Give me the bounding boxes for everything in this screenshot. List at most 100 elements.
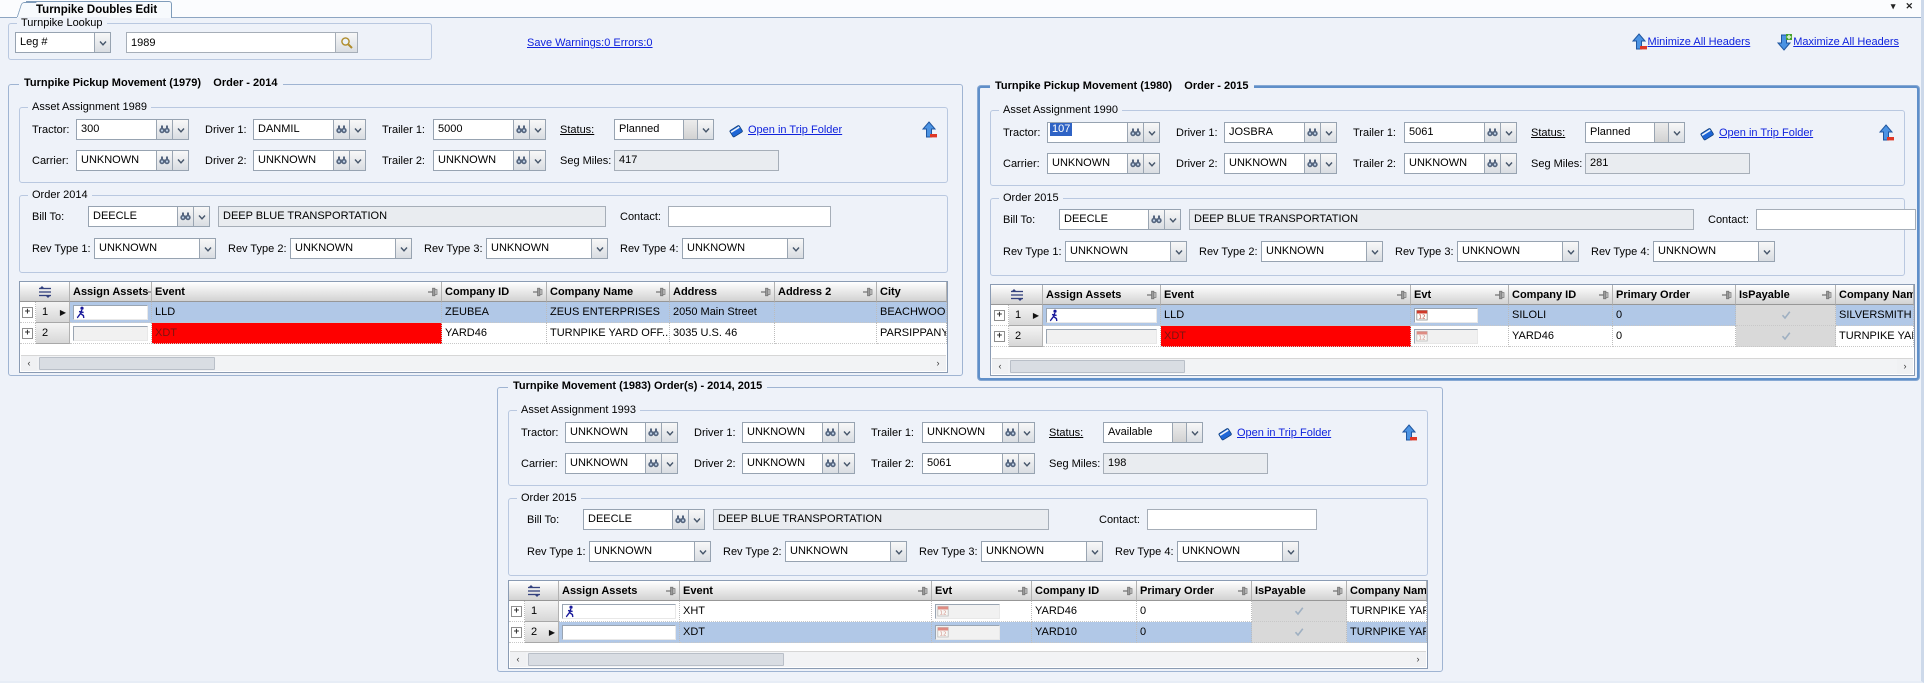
- col-header-primary-order[interactable]: Primary Order: [1613, 285, 1736, 305]
- tab-turnpike-doubles-edit[interactable]: Turnpike Doubles Edit: [26, 1, 172, 18]
- pin-icon[interactable]: [863, 287, 873, 297]
- dropdown-arrow-icon[interactable]: [1164, 210, 1180, 229]
- ispayable-cell[interactable]: [1252, 622, 1347, 643]
- pin-icon[interactable]: [1599, 290, 1609, 300]
- dropdown-arrow-icon[interactable]: [1366, 242, 1382, 261]
- minimize-all-headers[interactable]: Minimize All Headers: [1631, 33, 1751, 51]
- search-button[interactable]: [336, 32, 358, 53]
- dropdown-arrow-icon[interactable]: [193, 207, 209, 226]
- row-expand-cell[interactable]: +: [20, 302, 36, 323]
- trailer1-combo[interactable]: 5061: [1404, 122, 1517, 143]
- rev-type1-value[interactable]: UNKNOWN: [1066, 242, 1170, 261]
- rev-type1-value[interactable]: UNKNOWN: [95, 239, 199, 258]
- rev-type4-value[interactable]: UNKNOWN: [1178, 542, 1282, 561]
- dropdown-arrow-icon[interactable]: [838, 454, 854, 473]
- rev-type1-select[interactable]: UNKNOWN: [94, 238, 216, 259]
- binoculars-icon[interactable]: [156, 151, 172, 170]
- maximize-all-headers[interactable]: Maximize All Headers: [1776, 33, 1899, 51]
- rev-type2-select[interactable]: UNKNOWN: [1261, 241, 1383, 262]
- col-header-evt[interactable]: Evt: [932, 581, 1032, 601]
- scrollbar-thumb[interactable]: [39, 357, 215, 370]
- dropdown-arrow-icon[interactable]: [697, 120, 713, 139]
- col-header-company-id[interactable]: Company ID: [442, 282, 547, 302]
- status-value[interactable]: Planned: [1586, 123, 1654, 142]
- trip-folder-icon[interactable]: [1217, 425, 1233, 441]
- evt-cell[interactable]: [1411, 326, 1509, 347]
- rev-type4-value[interactable]: UNKNOWN: [1654, 242, 1758, 261]
- dropdown-arrow-icon[interactable]: [1320, 154, 1336, 173]
- col-header-city[interactable]: City: [877, 282, 947, 302]
- col-header-event[interactable]: Event: [152, 282, 442, 302]
- rev-type3-value[interactable]: UNKNOWN: [1458, 242, 1562, 261]
- rev-type2-select[interactable]: UNKNOWN: [785, 541, 907, 562]
- contact-input[interactable]: [1756, 209, 1916, 230]
- company-name-cell[interactable]: TURNPIKE YARD OFF...: [547, 323, 670, 344]
- scroll-left-icon[interactable]: ‹: [510, 652, 526, 667]
- dropdown-arrow-icon[interactable]: [890, 542, 906, 561]
- rev-type2-value[interactable]: UNKNOWN: [291, 239, 395, 258]
- event-cell[interactable]: XDT: [680, 622, 932, 643]
- company-id-cell[interactable]: YARD46: [442, 323, 547, 344]
- dropdown-arrow-icon[interactable]: [1500, 154, 1516, 173]
- row-expand-cell[interactable]: +: [509, 622, 525, 643]
- binoculars-icon[interactable]: [177, 207, 193, 226]
- dropdown-arrow-icon[interactable]: [1086, 542, 1102, 561]
- rev-type4-value[interactable]: UNKNOWN: [683, 239, 787, 258]
- binoculars-icon[interactable]: [1304, 154, 1320, 173]
- col-header-evt[interactable]: Evt: [1411, 285, 1509, 305]
- rev-type2-select[interactable]: UNKNOWN: [290, 238, 412, 259]
- scrollbar-thumb[interactable]: [1010, 360, 1185, 373]
- dropdown-arrow-icon[interactable]: [1018, 423, 1034, 442]
- rev-type1-select[interactable]: UNKNOWN: [1065, 241, 1187, 262]
- pin-icon[interactable]: [1495, 290, 1505, 300]
- bill-to-combo[interactable]: DEECLE: [1059, 209, 1181, 230]
- status-blank-button[interactable]: [1172, 423, 1186, 442]
- pin-icon[interactable]: [1147, 290, 1157, 300]
- dropdown-arrow-icon[interactable]: [1143, 154, 1159, 173]
- bill-to-combo[interactable]: DEECLE: [88, 206, 210, 227]
- status-blank-button[interactable]: [1654, 123, 1668, 142]
- primary-order-cell[interactable]: 0: [1137, 622, 1252, 643]
- rev-type2-value[interactable]: UNKNOWN: [786, 542, 890, 561]
- carrier-combo[interactable]: UNKNOWN: [1047, 153, 1160, 174]
- calendar-icon[interactable]: [937, 626, 949, 638]
- binoculars-icon[interactable]: [1148, 210, 1164, 229]
- dropdown-arrow-icon[interactable]: [1143, 123, 1159, 142]
- binoculars-icon[interactable]: [1484, 123, 1500, 142]
- contact-input[interactable]: [1147, 509, 1317, 530]
- rev-type4-select[interactable]: UNKNOWN: [1653, 241, 1775, 262]
- driver2-combo[interactable]: UNKNOWN: [742, 453, 855, 474]
- city-cell[interactable]: PARSIPPANY,N.: [877, 323, 947, 344]
- row-number-cell[interactable]: 1: [525, 601, 559, 622]
- company-id-cell[interactable]: ZEUBEA: [442, 302, 547, 323]
- company-id-cell[interactable]: YARD10: [1032, 622, 1137, 643]
- status-value[interactable]: Planned: [615, 120, 683, 139]
- primary-order-cell[interactable]: 0: [1613, 326, 1736, 347]
- minimize-header-icon[interactable]: [1401, 424, 1417, 442]
- binoculars-icon[interactable]: [333, 120, 349, 139]
- status-blank-button[interactable]: [683, 120, 697, 139]
- calendar-icon[interactable]: [1416, 309, 1428, 321]
- scroll-right-icon[interactable]: ›: [1410, 652, 1426, 667]
- rev-type3-select[interactable]: UNKNOWN: [981, 541, 1103, 562]
- expand-plus-icon[interactable]: +: [22, 307, 33, 318]
- driver1-value[interactable]: UNKNOWN: [743, 423, 822, 442]
- binoculars-icon[interactable]: [1127, 154, 1143, 173]
- company-id-cell[interactable]: YARD46: [1032, 601, 1137, 622]
- col-header-primary-order[interactable]: Primary Order: [1137, 581, 1252, 601]
- binoculars-icon[interactable]: [1304, 123, 1320, 142]
- grid-corner-cell[interactable]: [509, 581, 559, 601]
- pin-icon[interactable]: [656, 287, 666, 297]
- horizontal-scrollbar[interactable]: ‹ ›: [510, 651, 1426, 667]
- bill-to-value[interactable]: DEECLE: [584, 510, 672, 529]
- dropdown-arrow-icon[interactable]: [529, 151, 545, 170]
- trailer2-combo[interactable]: UNKNOWN: [433, 150, 546, 171]
- tractor-value[interactable]: 300: [77, 120, 156, 139]
- pin-icon[interactable]: [533, 287, 543, 297]
- tab-list-dropdown-icon[interactable]: ▾: [1891, 1, 1896, 12]
- dropdown-arrow-icon[interactable]: [199, 239, 215, 258]
- column-chooser-icon[interactable]: [527, 584, 541, 598]
- binoculars-icon[interactable]: [645, 423, 661, 442]
- trailer2-combo[interactable]: UNKNOWN: [1404, 153, 1517, 174]
- binoculars-icon[interactable]: [1127, 123, 1143, 142]
